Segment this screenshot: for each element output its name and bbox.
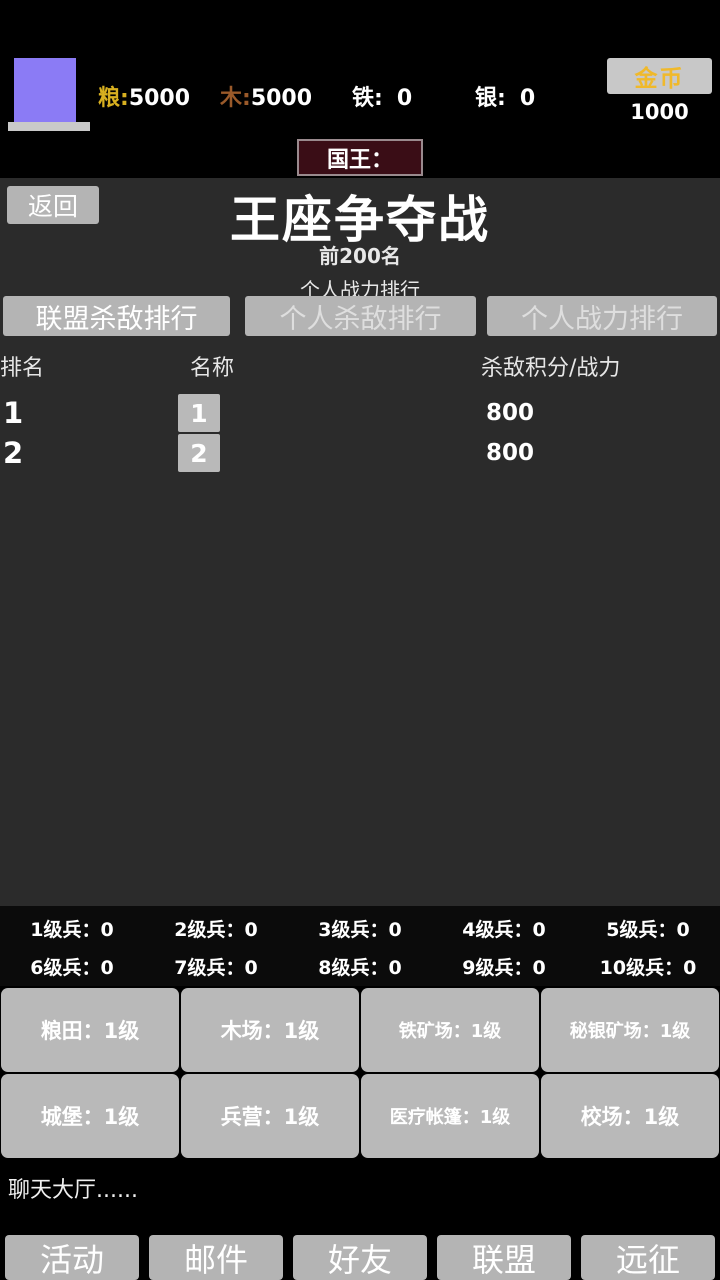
game-screen: 粮:5000 木:5000 铁: 0 银: 0 金币 1000 国王： 返回 王座争… bbox=[0, 0, 720, 1280]
troop-level-2: 2级兵：0 bbox=[174, 918, 258, 941]
resource-grain-label: 粮: bbox=[98, 86, 129, 111]
building-grid: 粮田：1级 木场：1级 铁矿场：1级 秘银矿场：1级 城堡：1级 兵营：1级 医… bbox=[0, 988, 720, 1158]
resource-wood: 木:5000 bbox=[220, 80, 312, 112]
gold-amount-value: 1000 bbox=[630, 100, 689, 124]
resource-silver-value: 0 bbox=[519, 86, 536, 111]
troop-level-6: 6级兵：0 bbox=[30, 956, 114, 979]
cell-rank: 2 bbox=[3, 436, 24, 470]
troop-level-7: 7级兵：0 bbox=[174, 956, 258, 979]
tab-alliance-kill-ranking[interactable]: 联盟杀敌排行 bbox=[3, 296, 230, 336]
cell-name-button[interactable]: 1 bbox=[178, 394, 220, 432]
troop-level-8: 8级兵：0 bbox=[318, 956, 402, 979]
resource-grain: 粮:5000 bbox=[98, 80, 190, 112]
building-barracks[interactable]: 兵营：1级 bbox=[181, 1074, 359, 1158]
tab-personal-kill-ranking[interactable]: 个人杀敌排行 bbox=[245, 296, 476, 336]
troop-level-1: 1级兵：0 bbox=[30, 918, 114, 941]
building-farm[interactable]: 粮田：1级 bbox=[1, 988, 179, 1072]
resource-silver-label: 银: bbox=[475, 86, 506, 111]
resource-iron-value: 0 bbox=[396, 86, 413, 111]
avatar-pedestal-icon bbox=[8, 122, 90, 131]
nav-friends[interactable]: 好友 bbox=[293, 1235, 427, 1280]
troop-level-3: 3级兵：0 bbox=[318, 918, 402, 941]
cell-score: 800 bbox=[485, 400, 534, 426]
resource-wood-label: 木: bbox=[220, 86, 251, 111]
building-lumbermill[interactable]: 木场：1级 bbox=[181, 988, 359, 1072]
table-row: 1 1 800 bbox=[0, 393, 720, 433]
building-drill-ground[interactable]: 校场：1级 bbox=[541, 1074, 719, 1158]
troop-counts-bar: 1级兵：0 2级兵：0 3级兵：0 4级兵：0 5级兵：0 6级兵：0 7级兵：… bbox=[0, 906, 720, 986]
troop-level-4: 4级兵：0 bbox=[462, 918, 546, 941]
resource-iron-label: 铁: bbox=[352, 86, 383, 111]
nav-expedition[interactable]: 远征 bbox=[581, 1235, 715, 1280]
bottom-navigation: 活动 邮件 好友 联盟 远征 bbox=[0, 1235, 720, 1280]
building-castle[interactable]: 城堡：1级 bbox=[1, 1074, 179, 1158]
cell-score: 800 bbox=[485, 440, 534, 466]
resource-grain-value: 5000 bbox=[128, 86, 191, 111]
nav-mail[interactable]: 邮件 bbox=[149, 1235, 283, 1280]
resource-silver: 银: 0 bbox=[475, 80, 535, 112]
building-row-lower: 城堡：1级 兵营：1级 医疗帐篷：1级 校场：1级 bbox=[0, 1074, 720, 1158]
table-header-row: 排名 名称 杀敌积分/战力 bbox=[0, 350, 720, 382]
cell-rank: 1 bbox=[3, 396, 24, 430]
troop-level-5: 5级兵：0 bbox=[606, 918, 690, 941]
building-iron-mine[interactable]: 铁矿场：1级 bbox=[361, 988, 539, 1072]
ranking-panel: 返回 王座争夺战 前200名 个人战力排行 联盟杀敌排行 个人杀敌排行 个人战力… bbox=[0, 178, 720, 906]
building-row-upper: 粮田：1级 木场：1级 铁矿场：1级 秘银矿场：1级 bbox=[0, 988, 720, 1072]
tab-personal-power-ranking[interactable]: 个人战力排行 bbox=[487, 296, 717, 336]
column-header-rank: 排名 bbox=[0, 356, 45, 381]
table-row: 2 2 800 bbox=[0, 433, 720, 473]
avatar-portrait-icon bbox=[14, 58, 76, 122]
column-header-name: 名称 bbox=[190, 356, 235, 381]
avatar[interactable] bbox=[8, 58, 93, 136]
resource-iron: 铁: 0 bbox=[352, 80, 412, 112]
ranking-table-body: 1 1 800 2 2 800 bbox=[0, 393, 720, 473]
cell-name-button[interactable]: 2 bbox=[178, 434, 220, 472]
troop-row-lower: 6级兵：0 7级兵：0 8级兵：0 9级兵：0 10级兵：0 bbox=[0, 948, 720, 984]
column-header-score: 杀敌积分/战力 bbox=[481, 356, 621, 381]
ranking-tabs: 联盟杀敌排行 个人杀敌排行 个人战力排行 bbox=[0, 296, 720, 338]
resource-wood-value: 5000 bbox=[250, 86, 313, 111]
troop-level-10: 10级兵：0 bbox=[599, 956, 697, 979]
king-banner: 国王： bbox=[297, 139, 423, 176]
subtitle-top-count: 前200名 bbox=[319, 244, 401, 268]
chat-hall-text[interactable]: 聊天大厅...... bbox=[8, 1172, 408, 1204]
nav-activities[interactable]: 活动 bbox=[5, 1235, 139, 1280]
building-silver-mine[interactable]: 秘银矿场：1级 bbox=[541, 988, 719, 1072]
nav-alliance[interactable]: 联盟 bbox=[437, 1235, 571, 1280]
troop-level-9: 9级兵：0 bbox=[462, 956, 546, 979]
resource-topbar: 粮:5000 木:5000 铁: 0 银: 0 金币 1000 国王： bbox=[0, 0, 720, 176]
gold-coin-button[interactable]: 金币 bbox=[607, 58, 712, 94]
building-medical-tent[interactable]: 医疗帐篷：1级 bbox=[361, 1074, 539, 1158]
troop-row-upper: 1级兵：0 2级兵：0 3级兵：0 4级兵：0 5级兵：0 bbox=[0, 910, 720, 946]
